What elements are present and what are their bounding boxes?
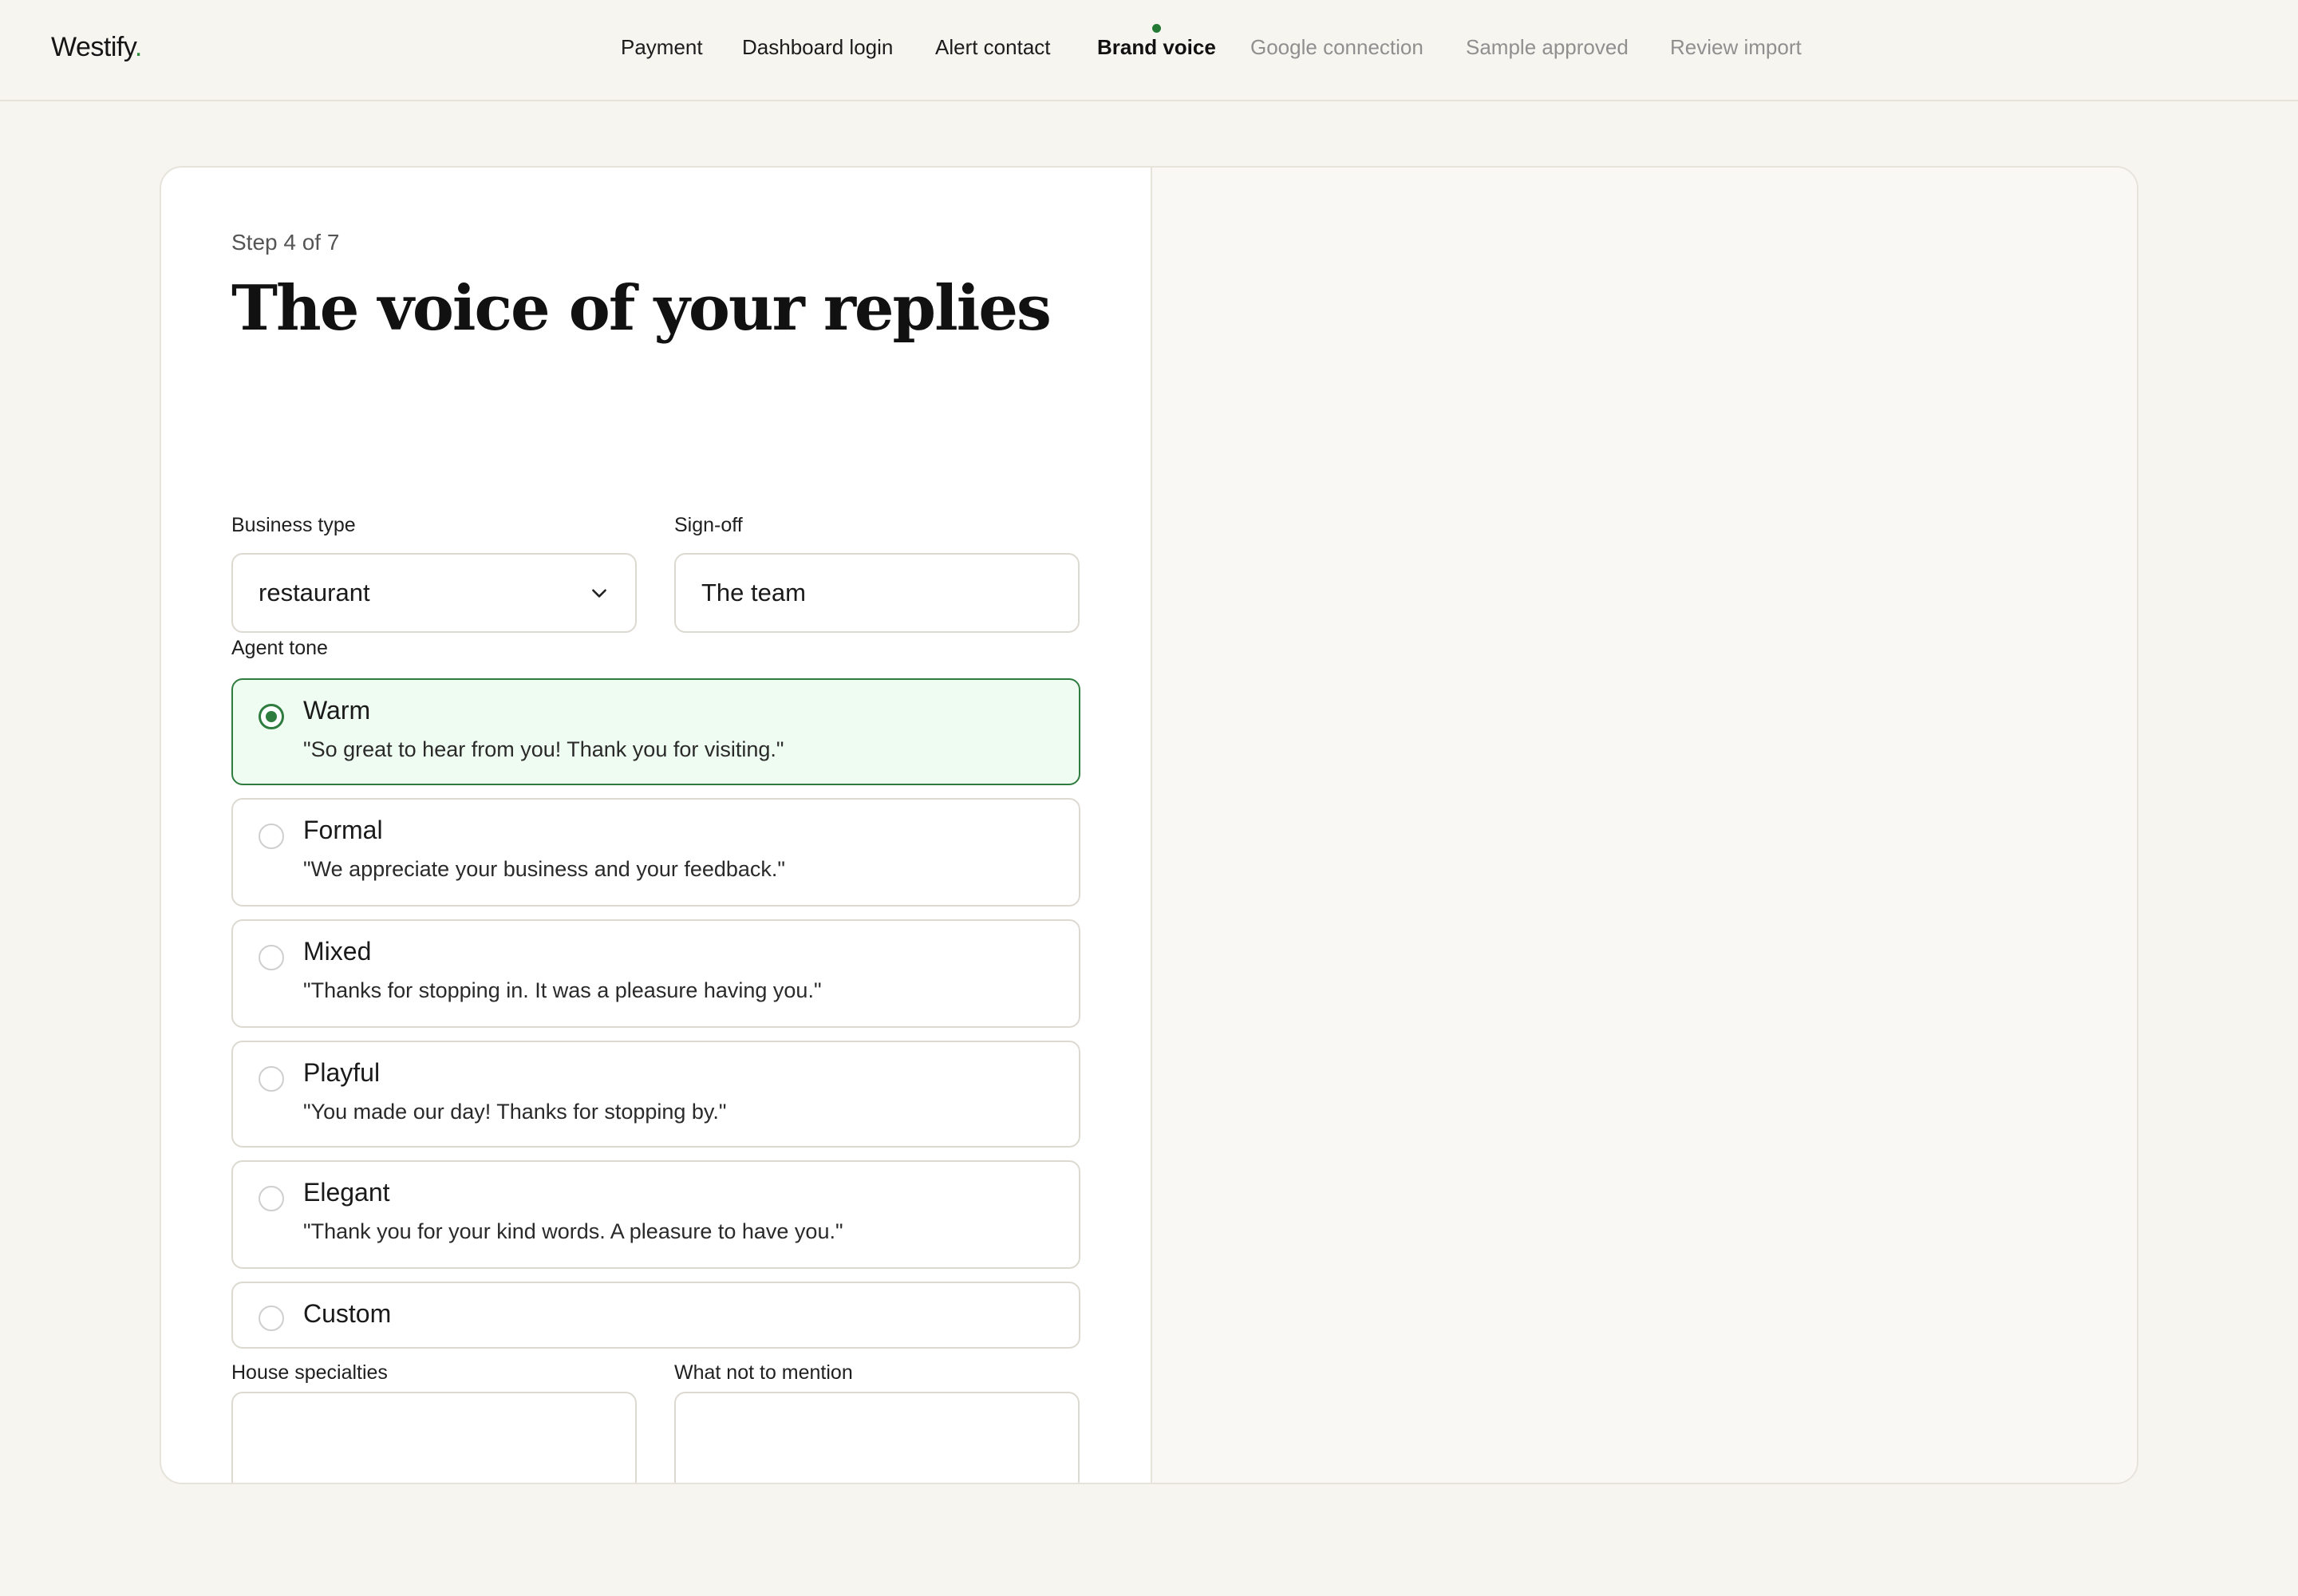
tone-option-custom[interactable]: Custom [231, 1282, 1080, 1349]
tone-name: Playful [303, 1058, 381, 1087]
tone-example: "So great to hear from you! Thank you fo… [303, 737, 784, 761]
active-step-dot [1152, 24, 1162, 33]
progress-steps: Payment Dashboard login Alert contact Br… [0, 24, 2298, 67]
tone-option-playful[interactable]: Playful "You made our day! Thanks for st… [231, 1041, 1080, 1148]
sign-off-value: The team [701, 579, 806, 606]
tone-option-elegant[interactable]: Elegant "Thank you for your kind words. … [231, 1160, 1080, 1269]
step-alert-contact[interactable]: Alert contact [935, 35, 1051, 60]
tone-name: Mixed [303, 937, 372, 966]
business-type-value: restaurant [259, 579, 370, 606]
tone-option-mixed[interactable]: Mixed "Thanks for stopping in. It was a … [231, 919, 1080, 1028]
page-title: The voice of your replies [231, 272, 1052, 345]
tone-name: Elegant [303, 1178, 390, 1207]
top-navigation-bar: Westify. Payment Dashboard login Alert c… [0, 0, 2298, 101]
step-payment[interactable]: Payment [621, 35, 703, 60]
step-review-import: Review import [1670, 35, 1802, 60]
radio-unselected[interactable] [259, 824, 284, 849]
business-type-label: Business type [231, 514, 356, 536]
house-specialties-textarea[interactable] [231, 1392, 637, 1483]
brand-voice-form: Step 4 of 7 The voice of your replies Bu… [231, 230, 1080, 1483]
tone-example: "Thanks for stopping in. It was a pleasu… [303, 978, 822, 1002]
preview-panel [1151, 168, 2137, 1483]
tone-example: "You made our day! Thanks for stopping b… [303, 1100, 727, 1124]
tone-example: "We appreciate your business and your fe… [303, 857, 786, 881]
step-label: Dashboard login [742, 35, 894, 59]
step-counter: Step 4 of 7 [231, 230, 340, 255]
radio-selected[interactable] [259, 704, 284, 729]
tone-name: Formal [303, 816, 383, 844]
step-label: Alert contact [935, 35, 1051, 59]
radio-unselected[interactable] [259, 1306, 284, 1331]
what-not-to-mention-textarea[interactable] [674, 1392, 1080, 1483]
step-label: Payment [621, 35, 703, 59]
step-label: Sample approved [1466, 35, 1629, 59]
onboarding-card: Step 4 of 7 The voice of your replies Bu… [160, 166, 2138, 1484]
step-label: Google connection [1250, 35, 1423, 59]
step-sample-approved: Sample approved [1466, 35, 1629, 60]
radio-unselected[interactable] [259, 1186, 284, 1211]
tone-name: Custom [303, 1299, 392, 1328]
tone-example: "Thank you for your kind words. A pleasu… [303, 1219, 843, 1243]
agent-tone-label: Agent tone [231, 637, 328, 659]
radio-unselected[interactable] [259, 945, 284, 970]
business-type-select[interactable]: restaurant [231, 553, 637, 633]
step-dashboard-login[interactable]: Dashboard login [742, 35, 893, 60]
step-label: Review import [1670, 35, 1802, 59]
step-label: Brand voice [1097, 35, 1216, 59]
what-not-to-mention-label: What not to mention [674, 1361, 853, 1384]
step-brand-voice[interactable]: Brand voice [1097, 24, 1216, 60]
step-google-connection: Google connection [1250, 35, 1423, 60]
sign-off-input[interactable]: The team [674, 553, 1080, 633]
sign-off-label: Sign-off [674, 514, 743, 536]
radio-unselected[interactable] [259, 1066, 284, 1092]
tone-option-warm[interactable]: Warm "So great to hear from you! Thank y… [231, 678, 1080, 785]
chevron-down-icon [592, 589, 606, 598]
tone-name: Warm [303, 696, 371, 725]
house-specialties-label: House specialties [231, 1361, 388, 1384]
tone-option-formal[interactable]: Formal "We appreciate your business and … [231, 798, 1080, 907]
